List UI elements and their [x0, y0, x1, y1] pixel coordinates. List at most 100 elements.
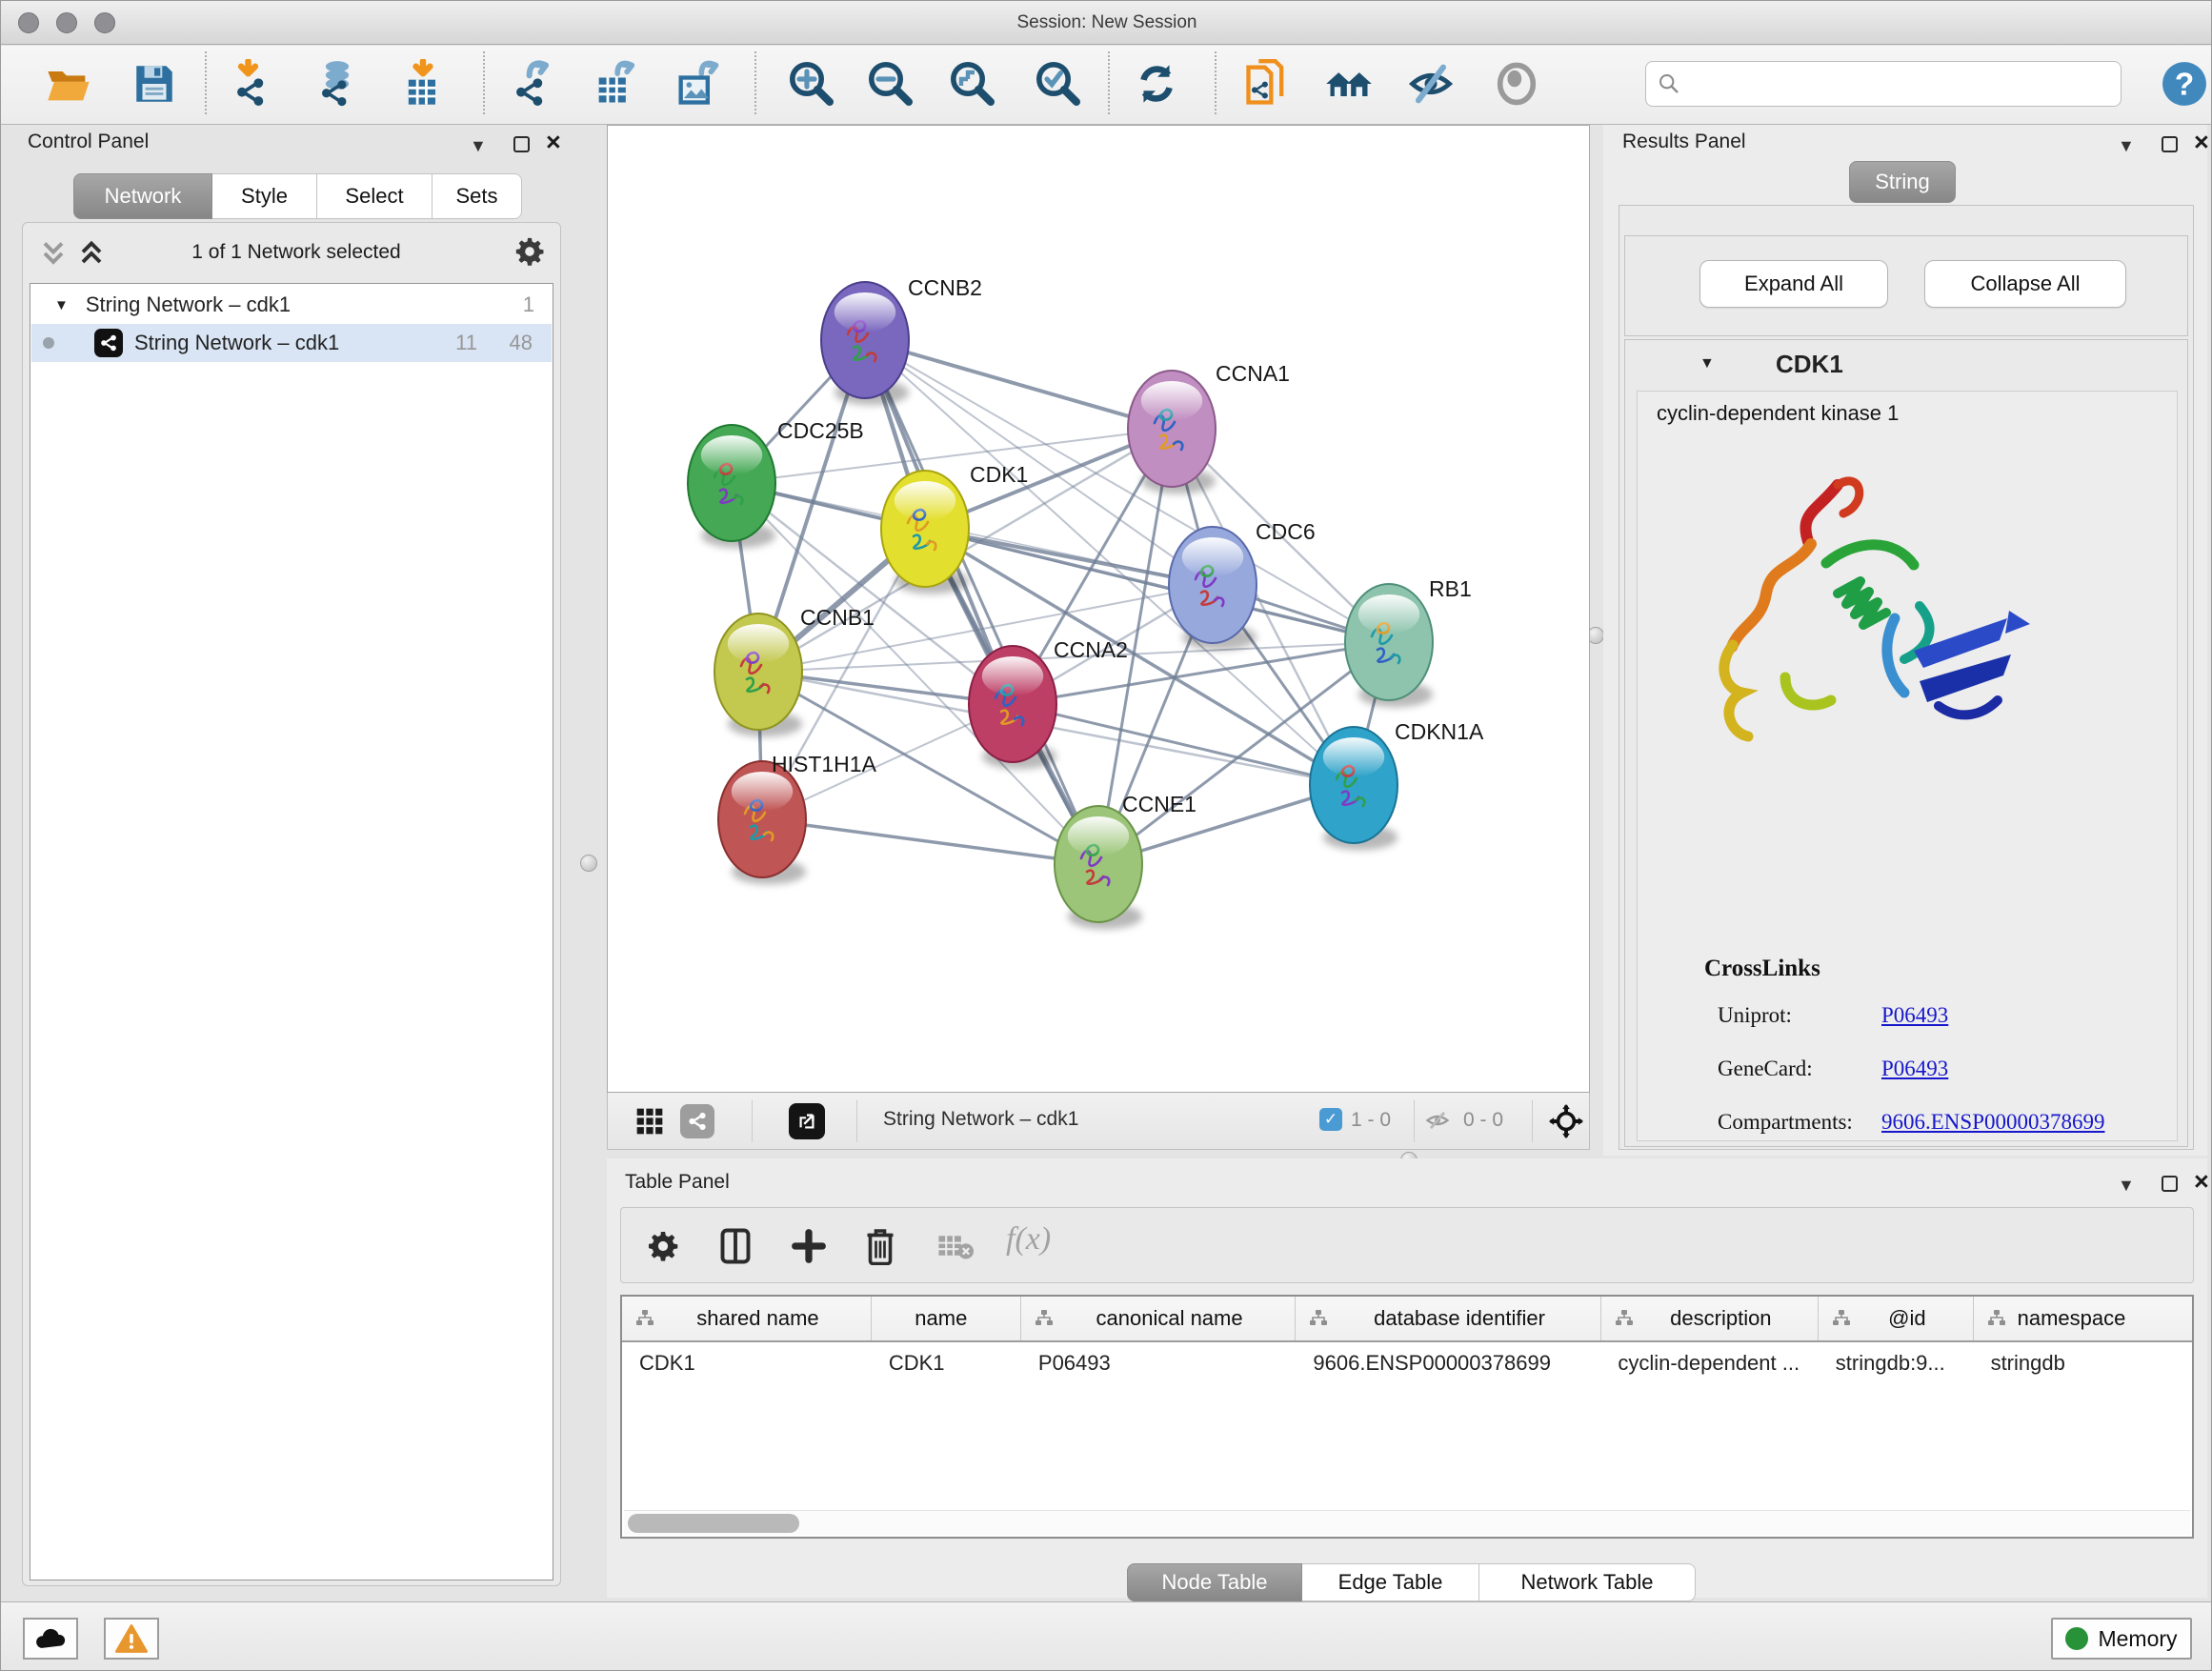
- import-network-database-button[interactable]: [311, 53, 364, 114]
- table-row[interactable]: CDK1 CDK1 P06493 9606.ENSP00000378699 cy…: [622, 1342, 2192, 1384]
- zoom-out-icon: [866, 59, 915, 109]
- results-panel-float-icon[interactable]: [2162, 136, 2178, 152]
- scrollbar-thumb[interactable]: [628, 1514, 799, 1533]
- column-header[interactable]: canonical name: [1021, 1297, 1297, 1340]
- expand-all-icon[interactable]: [77, 237, 106, 270]
- column-header[interactable]: @id: [1819, 1297, 1974, 1340]
- gene-section: ▼ CDK1 cyclin-dependent kinase 1: [1624, 339, 2188, 1147]
- svg-text:CDC25B: CDC25B: [777, 418, 864, 443]
- export-image-button[interactable]: [671, 53, 724, 114]
- column-header[interactable]: shared name: [622, 1297, 872, 1340]
- gene-collapse-arrow[interactable]: ▼: [1699, 355, 1715, 372]
- network-canvas[interactable]: CCNB2CCNA1CDC25BCDK1CDC6RB1CCNB1CCNA2CDK…: [607, 125, 1590, 1093]
- tab-sets[interactable]: Sets: [432, 173, 522, 219]
- collapse-all-button[interactable]: Collapse All: [1924, 260, 2126, 308]
- zoom-fit-button[interactable]: [946, 53, 999, 114]
- horizontal-scrollbar[interactable]: [624, 1510, 2190, 1535]
- window-title: Session: New Session: [1, 1, 2212, 45]
- cloud-tasks-button[interactable]: [23, 1618, 78, 1660]
- network-overview-icon[interactable]: [680, 1104, 714, 1138]
- open-in-new-icon[interactable]: [789, 1103, 825, 1139]
- zoom-selected-icon: [1034, 59, 1083, 109]
- column-header[interactable]: description: [1601, 1297, 1819, 1340]
- gene-detail-box: cyclin-dependent kinase 1: [1637, 391, 2178, 1141]
- crosslink-genecard-link[interactable]: P06493: [1881, 1057, 1948, 1081]
- delete-column-trash-icon[interactable]: [863, 1225, 897, 1265]
- tab-node-table[interactable]: Node Table: [1127, 1563, 1302, 1601]
- show-columns-icon[interactable]: [718, 1227, 753, 1265]
- divider: [856, 1100, 857, 1142]
- column-header[interactable]: namespace: [1974, 1297, 2192, 1340]
- export-table-button[interactable]: [589, 53, 642, 114]
- network-row-selected[interactable]: String Network – cdk1 11 48: [31, 324, 552, 362]
- svg-text:CCNB2: CCNB2: [908, 275, 982, 300]
- hidden-eye-slash-icon: [1423, 1107, 1452, 1134]
- network-status-dot: [43, 337, 54, 349]
- crosslink-uniprot-link[interactable]: P06493: [1881, 1003, 1948, 1028]
- help-button[interactable]: ?: [2158, 53, 2211, 114]
- control-panel-close-icon[interactable]: ×: [546, 132, 561, 151]
- zoom-selected-button[interactable]: [1032, 53, 1085, 114]
- network-options-gear-icon[interactable]: [513, 235, 546, 268]
- crosslink-label: Uniprot:: [1718, 1003, 1792, 1028]
- column-header[interactable]: name: [872, 1297, 1021, 1340]
- table-panel-close-icon[interactable]: ×: [2194, 1172, 2209, 1191]
- tab-network[interactable]: Network: [73, 173, 212, 219]
- collapse-all-icon[interactable]: [39, 237, 68, 270]
- table-panel-float-icon[interactable]: [2162, 1176, 2178, 1192]
- home-networks-button[interactable]: [1322, 53, 1376, 114]
- import-table-button[interactable]: [396, 53, 450, 114]
- tab-select[interactable]: Select: [317, 173, 432, 219]
- crosslink-label: GeneCard:: [1718, 1057, 1813, 1081]
- results-panel-menu-chevron[interactable]: ▼: [2118, 136, 2135, 156]
- zoom-fit-icon: [948, 59, 997, 109]
- search-icon: [1658, 72, 1680, 95]
- hide-selected-button[interactable]: [1404, 53, 1458, 114]
- fit-content-crosshair-icon[interactable]: [1549, 1104, 1583, 1138]
- open-session-button[interactable]: [42, 53, 95, 114]
- save-icon: [131, 60, 178, 108]
- create-column-plus-icon[interactable]: [791, 1227, 827, 1265]
- crosslink-compartments-link[interactable]: 9606.ENSP00000378699: [1881, 1110, 2105, 1135]
- import-network-file-button[interactable]: [228, 53, 281, 114]
- save-session-button[interactable]: [128, 53, 181, 114]
- divider: [752, 1100, 753, 1142]
- table-panel-menu-chevron[interactable]: ▼: [2118, 1176, 2135, 1196]
- collection-count: 1: [523, 292, 534, 317]
- refresh-icon: [1133, 60, 1180, 108]
- cell-canonical-name: P06493: [1021, 1351, 1297, 1376]
- warning-icon: [115, 1623, 148, 1654]
- tab-network-table[interactable]: Network Table: [1479, 1563, 1696, 1601]
- tab-string[interactable]: String: [1849, 161, 1956, 203]
- results-panel-close-icon[interactable]: ×: [2194, 132, 2209, 151]
- first-neighbors-button[interactable]: [1240, 53, 1294, 114]
- selected-node-edge-count: 1 - 0: [1351, 1109, 1391, 1132]
- table-toolbar: f(x): [620, 1207, 2194, 1283]
- expand-all-button[interactable]: Expand All: [1699, 260, 1888, 308]
- zoom-out-button[interactable]: [864, 53, 917, 114]
- warnings-button[interactable]: [104, 1618, 159, 1660]
- string-network-graph[interactable]: CCNB2CCNA1CDC25BCDK1CDC6RB1CCNB1CCNA2CDK…: [608, 126, 1589, 1092]
- network-view-toolbar: String Network – cdk1 ✓ 1 - 0 0 - 0: [607, 1093, 1590, 1150]
- toolbar-separator: [1108, 51, 1110, 114]
- network-collection-row[interactable]: ▼ String Network – cdk1 1: [31, 286, 552, 324]
- column-type-icon: [1832, 1309, 1851, 1328]
- control-panel-menu-chevron[interactable]: ▼: [470, 136, 487, 156]
- control-panel-float-icon[interactable]: [513, 136, 530, 152]
- show-all-button[interactable]: [1490, 53, 1543, 114]
- svg-text:CDKN1A: CDKN1A: [1395, 719, 1484, 744]
- selected-checkbox-icon[interactable]: ✓: [1319, 1108, 1342, 1131]
- export-network-button[interactable]: [507, 53, 560, 114]
- search-input[interactable]: [1680, 65, 2121, 103]
- tab-edge-table[interactable]: Edge Table: [1302, 1563, 1479, 1601]
- memory-button[interactable]: Memory: [2051, 1618, 2192, 1660]
- collection-expand-arrow[interactable]: ▼: [54, 297, 69, 313]
- left-splitter-handle[interactable]: [580, 855, 597, 872]
- table-options-gear-icon[interactable]: [646, 1229, 680, 1263]
- birds-eye-grid-icon[interactable]: [634, 1106, 665, 1137]
- refresh-button[interactable]: [1130, 53, 1183, 114]
- zoom-in-button[interactable]: [785, 53, 838, 114]
- column-header[interactable]: database identifier: [1296, 1297, 1600, 1340]
- tab-style[interactable]: Style: [212, 173, 317, 219]
- results-panel: Results Panel ▼ × String Expand All Coll…: [1603, 125, 2207, 1156]
